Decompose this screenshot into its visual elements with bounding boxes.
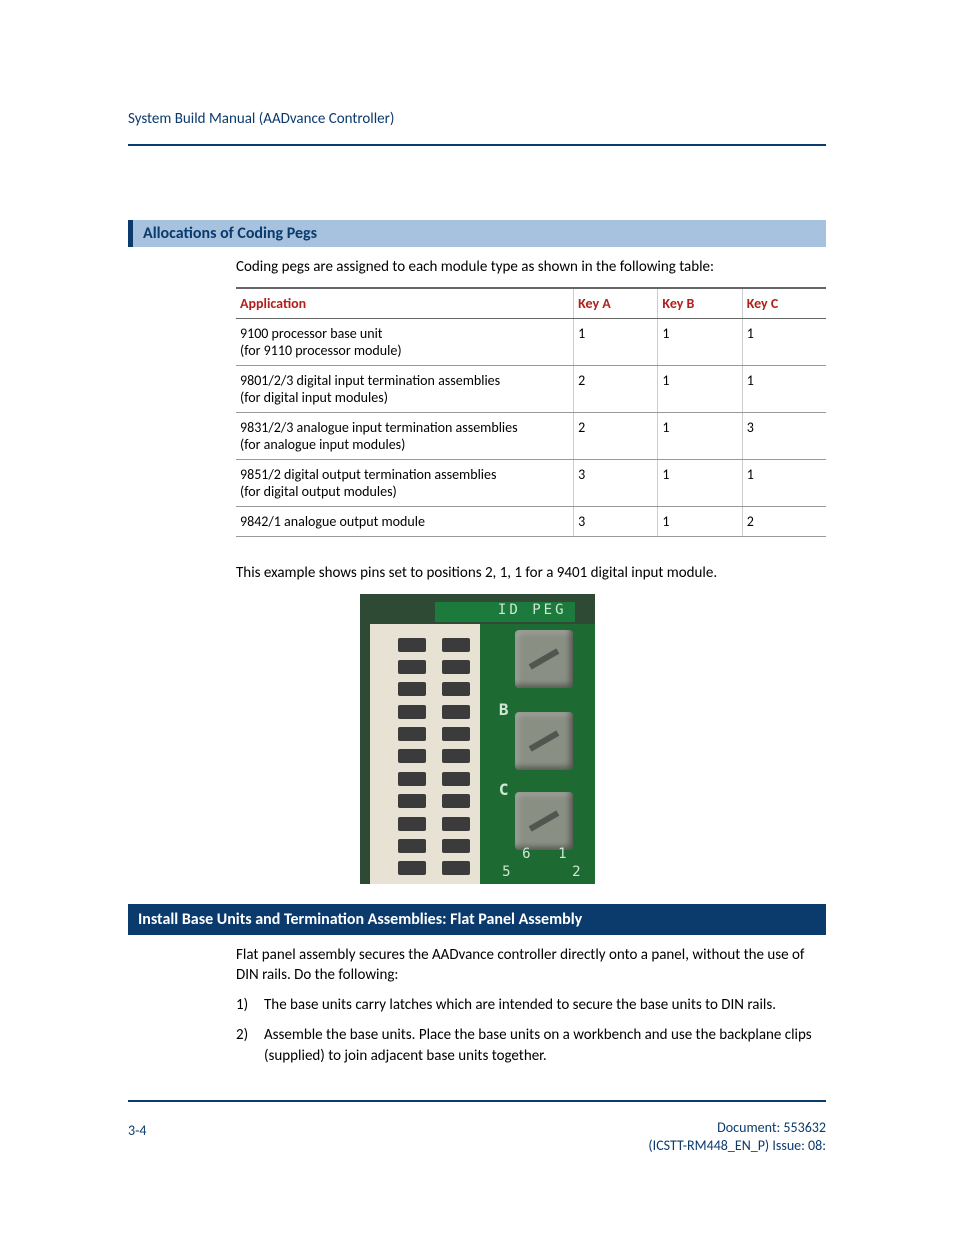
cell-key-a: 2 (574, 366, 658, 413)
page-number: 3-4 (128, 1122, 146, 1139)
cell-key-b: 1 (658, 319, 742, 366)
header-divider (128, 144, 826, 146)
silk-letter-b: B (499, 700, 509, 719)
cell-key-c: 1 (742, 460, 826, 507)
coding-peg-b (515, 712, 573, 770)
list-item: Assemble the base units. Place the base … (236, 1025, 826, 1066)
cell-key-b: 1 (658, 366, 742, 413)
silk-num-6: 6 (522, 846, 530, 862)
footer-divider (128, 1100, 826, 1102)
page-header-title: System Build Manual (AADvance Controller… (128, 110, 826, 128)
pcb-strip-label: ID PEG (435, 602, 575, 622)
doc-line1: Document: 553632 (717, 1119, 826, 1136)
section-heading-install: Install Base Units and Termination Assem… (128, 904, 826, 935)
cell-app-l1: 9100 processor base unit (240, 325, 383, 342)
th-application: Application (236, 288, 574, 319)
coding-peg-c (515, 792, 573, 850)
list-item: The base units carry latches which are i… (236, 995, 826, 1015)
silk-num-1: 1 (558, 846, 566, 862)
cell-key-a: 3 (574, 507, 658, 537)
cell-key-b: 1 (658, 460, 742, 507)
table-row: 9842/1 analogue output module 3 1 2 (236, 507, 826, 537)
pcb-connector (370, 624, 480, 884)
pcb-photo: ID PEG B C 5 6 1 2 (360, 594, 595, 884)
th-key-c: Key C (742, 288, 826, 319)
cell-key-c: 2 (742, 507, 826, 537)
coding-pegs-table: Application Key A Key B Key C 9100 proce… (236, 287, 826, 537)
install-steps-list: The base units carry latches which are i… (236, 995, 826, 1066)
cell-key-c: 1 (742, 319, 826, 366)
cell-key-a: 3 (574, 460, 658, 507)
table-row: 9801/2/3 digital input termination assem… (236, 366, 826, 413)
cell-key-b: 1 (658, 507, 742, 537)
cell-key-c: 3 (742, 413, 826, 460)
section1-intro: Coding pegs are assigned to each module … (236, 257, 826, 277)
coding-peg-a (515, 630, 573, 688)
table-row: 9831/2/3 analogue input termination asse… (236, 413, 826, 460)
cell-app-l1: 9851/2 digital output termination assemb… (240, 466, 496, 483)
cell-app-l2: (for analogue input modules) (240, 436, 405, 453)
document-info: Document: 553632 (ICSTT-RM448_EN_P) Issu… (648, 1119, 826, 1155)
th-key-b: Key B (658, 288, 742, 319)
cell-app-l2: (for digital output modules) (240, 483, 397, 500)
th-key-a: Key A (574, 288, 658, 319)
cell-app-l1: 9831/2/3 analogue input termination asse… (240, 419, 518, 436)
cell-key-b: 1 (658, 413, 742, 460)
cell-app-l2: (for 9110 processor module) (240, 342, 402, 359)
cell-app-l2: (for digital input modules) (240, 389, 388, 406)
example-caption: This example shows pins set to positions… (236, 563, 826, 583)
table-row: 9851/2 digital output termination assemb… (236, 460, 826, 507)
silk-num-5: 5 (502, 864, 510, 880)
cell-key-a: 1 (574, 319, 658, 366)
page: System Build Manual (AADvance Controller… (0, 0, 954, 1066)
doc-line2: (ICSTT-RM448_EN_P) Issue: 08: (648, 1137, 826, 1154)
silk-num-2: 2 (572, 864, 580, 880)
cell-key-a: 2 (574, 413, 658, 460)
section-heading-allocations: Allocations of Coding Pegs (128, 220, 826, 247)
cell-key-c: 1 (742, 366, 826, 413)
silk-letter-c: C (499, 780, 509, 799)
section2-intro: Flat panel assembly secures the AADvance… (236, 945, 826, 986)
table-row: 9100 processor base unit(for 9110 proces… (236, 319, 826, 366)
cell-app-l1: 9842/1 analogue output module (240, 513, 425, 530)
cell-app-l1: 9801/2/3 digital input termination assem… (240, 372, 500, 389)
